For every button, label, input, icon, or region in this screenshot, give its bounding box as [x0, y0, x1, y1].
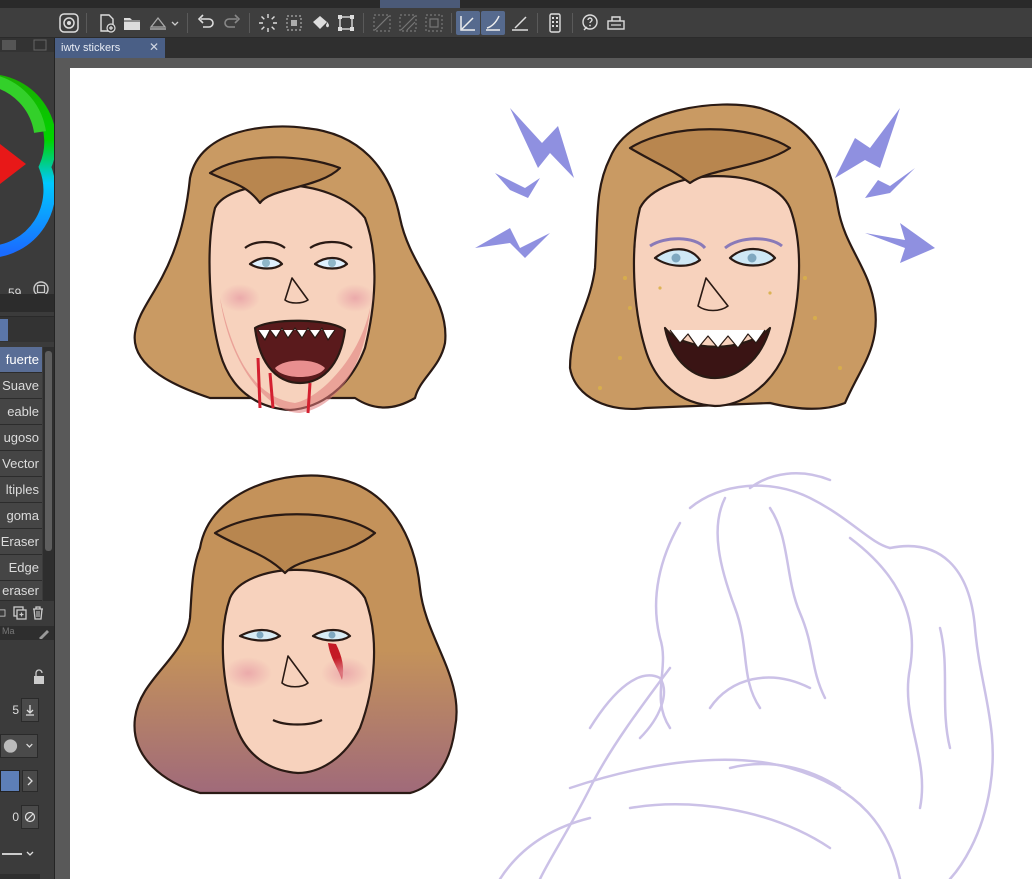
document-tab[interactable]: iwtv stickers ✕ — [55, 38, 165, 58]
opacity-toggle-button[interactable] — [21, 805, 39, 829]
brush-icon — [39, 630, 49, 639]
sticker-face-2 — [568, 103, 877, 410]
sub-tool-scrollbar[interactable] — [43, 347, 54, 601]
close-icon[interactable]: ✕ — [149, 40, 159, 54]
selection-clear-icon[interactable] — [256, 11, 280, 35]
sub-tool-item[interactable]: eable — [0, 399, 42, 425]
brush-tip-icon — [3, 739, 33, 753]
sticker-face-1 — [133, 125, 447, 414]
left-palette: 59 fuerte Suave eable ugoso Vector ltipl… — [0, 38, 55, 879]
sub-tool-list: fuerte Suave eable ugoso Vector ltiples … — [0, 347, 42, 601]
menu-bar — [0, 0, 1032, 8]
sticker-face-3 — [133, 474, 458, 795]
smartphone-icon[interactable] — [543, 11, 567, 35]
document-tab-bar: iwtv stickers ✕ — [0, 38, 1032, 58]
help-icon[interactable] — [578, 11, 602, 35]
sub-tool-item[interactable]: Edge — [0, 555, 42, 581]
transform-icon[interactable] — [334, 11, 358, 35]
sub-tool-group-selected[interactable] — [0, 319, 8, 341]
settings-icon[interactable] — [604, 11, 628, 35]
chevron-right-icon — [27, 776, 33, 786]
expand-button[interactable] — [22, 770, 38, 792]
sub-tool-item[interactable]: Vector — [0, 451, 42, 477]
ruler-curve-icon[interactable] — [481, 11, 505, 35]
ruler-line-icon[interactable] — [456, 11, 480, 35]
save-dropdown-icon[interactable] — [168, 11, 182, 35]
opacity-value[interactable]: 0 — [0, 805, 19, 829]
panel-divider — [0, 294, 54, 312]
brush-size-value[interactable]: 5 — [0, 698, 19, 722]
fill-icon[interactable] — [308, 11, 332, 35]
lock-icon[interactable] — [0, 666, 55, 696]
line-style-icon — [2, 851, 34, 856]
pencil-sketch — [498, 472, 994, 879]
trash-icon[interactable] — [30, 605, 46, 621]
panel-tab-icons[interactable] — [0, 38, 55, 52]
sub-tool-item[interactable]: fuerte — [0, 347, 42, 373]
snap-grid-icon[interactable] — [422, 11, 446, 35]
sub-tool-settings-icon[interactable] — [0, 605, 10, 621]
sub-tool-item[interactable]: Eraser — [0, 529, 42, 555]
undo-icon[interactable] — [194, 11, 218, 35]
sub-tool-item[interactable]: goma — [0, 503, 42, 529]
size-dropdown-button[interactable] — [21, 698, 39, 722]
sub-tool-group-bar — [0, 316, 54, 342]
color-wheel-panel: 59 — [0, 52, 55, 300]
no-entry-icon — [24, 811, 36, 823]
brush-tip-select[interactable] — [0, 734, 38, 758]
snap-ruler-icon[interactable] — [370, 11, 394, 35]
sub-tool-item[interactable]: Suave — [0, 373, 42, 399]
sub-tool-actions — [0, 602, 54, 624]
sub-tool-item[interactable]: ltiples — [0, 477, 42, 503]
line-style-select[interactable] — [0, 842, 38, 866]
open-file-icon[interactable] — [120, 11, 144, 35]
selection-invert-icon[interactable] — [282, 11, 306, 35]
sub-tool-item[interactable]: eraser — [0, 581, 42, 601]
panel-header — [0, 38, 55, 52]
command-bar — [0, 8, 1032, 38]
panel-divider — [0, 874, 40, 879]
arrow-down-icon — [26, 705, 34, 716]
document-tab-title: iwtv stickers — [61, 42, 121, 54]
sub-color-swatch[interactable] — [0, 770, 20, 792]
clip-studio-icon[interactable] — [57, 11, 81, 35]
sub-tool-item[interactable]: ugoso — [0, 425, 42, 451]
menu-highlight — [380, 0, 460, 8]
duplicate-sub-tool-icon[interactable] — [12, 605, 28, 621]
scrollbar-thumb[interactable] — [45, 351, 52, 551]
tool-property-tab[interactable]: Ma — [0, 626, 54, 640]
artwork — [133, 103, 994, 879]
snap-special-ruler-icon[interactable] — [396, 11, 420, 35]
ruler-edge-icon[interactable] — [508, 11, 532, 35]
save-icon[interactable] — [146, 11, 170, 35]
redo-icon[interactable] — [220, 11, 244, 35]
canvas[interactable] — [70, 68, 1032, 879]
color-wheel[interactable] — [0, 52, 55, 282]
new-file-icon[interactable] — [95, 11, 119, 35]
